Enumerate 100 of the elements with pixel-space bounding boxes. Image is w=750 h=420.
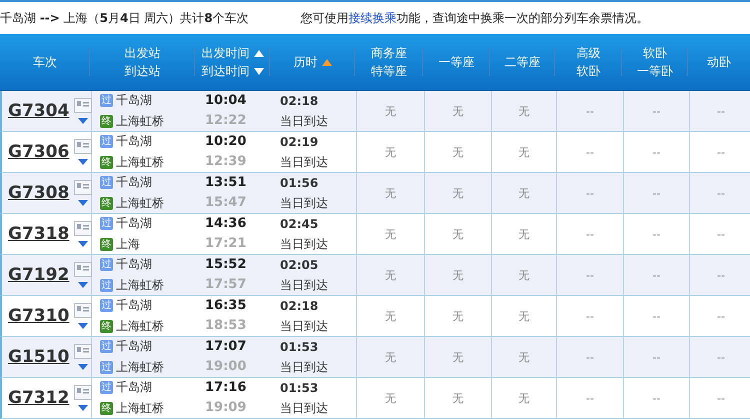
train-number[interactable]: G7192 — [8, 265, 70, 285]
column-header: 二等座 — [504, 54, 540, 70]
station-badge: 过 — [100, 361, 113, 374]
arrival-time: 19:00 — [205, 359, 246, 375]
column-header: 高级 — [576, 46, 600, 60]
seat-availability: 无 — [518, 390, 530, 406]
id-card-icon[interactable] — [74, 139, 92, 154]
transfer-link[interactable]: 接续换乘 — [348, 10, 397, 24]
train-number[interactable]: G7312 — [8, 388, 70, 408]
seat-availability: 无 — [385, 350, 396, 364]
column-header: 车次 — [33, 54, 57, 70]
id-card-icon[interactable] — [74, 303, 92, 318]
seat-availability: 无 — [452, 268, 464, 282]
seat-availability: -- — [586, 310, 594, 322]
id-card-icon[interactable] — [74, 98, 92, 113]
dropdown-icon[interactable] — [78, 405, 88, 411]
station-name: 千岛湖 — [116, 379, 152, 396]
departure-time: 17:07 — [205, 339, 246, 355]
station-name: 千岛湖 — [116, 338, 152, 355]
station-badge: 终 — [100, 197, 113, 210]
duration: 01:53 — [280, 339, 320, 355]
departure-time: 10:04 — [205, 93, 246, 109]
dropdown-icon[interactable] — [78, 200, 88, 206]
train-number[interactable]: G7310 — [8, 306, 70, 326]
station-name: 上海虹桥 — [116, 113, 164, 130]
duration: 02:05 — [280, 257, 320, 273]
duration: 02:18 — [280, 93, 320, 109]
arrival-time: 15:47 — [205, 195, 246, 211]
id-card-icon[interactable] — [74, 221, 92, 236]
sort-down-icon[interactable] — [254, 68, 264, 74]
id-card-icon[interactable] — [74, 262, 92, 277]
train-number[interactable]: G7308 — [8, 183, 70, 203]
train-number[interactable]: G7304 — [8, 101, 70, 121]
seat-availability: -- — [717, 146, 725, 158]
column-header[interactable]: 到达时间 — [202, 64, 250, 78]
seat-availability: 无 — [518, 268, 530, 282]
station-name: 千岛湖 — [116, 256, 152, 273]
departure-time: 13:51 — [205, 175, 246, 191]
seat-availability: 无 — [452, 226, 464, 242]
station-badge: 终 — [100, 402, 113, 415]
station-name: 千岛湖 — [116, 215, 152, 232]
departure-time: 15:52 — [205, 257, 246, 273]
station-name: 上海虹桥 — [116, 277, 164, 294]
station-badge: 终 — [100, 238, 113, 251]
seat-availability: 无 — [518, 350, 530, 364]
dropdown-icon[interactable] — [78, 118, 88, 124]
column-header[interactable]: 历时 — [294, 54, 318, 70]
seat-availability: -- — [717, 350, 725, 364]
seat-availability: -- — [652, 104, 660, 118]
arrival-time: 18:53 — [205, 318, 246, 334]
id-card-icon[interactable] — [74, 180, 92, 195]
seat-availability: 无 — [385, 144, 396, 160]
dropdown-icon[interactable] — [78, 282, 88, 288]
arrival-day: 当日到达 — [280, 277, 328, 293]
sort-up-icon[interactable] — [254, 50, 264, 56]
arrival-day: 当日到达 — [280, 154, 328, 170]
arrival-time: 17:57 — [205, 277, 246, 293]
sort-up-icon[interactable] — [322, 58, 332, 66]
duration: 02:45 — [280, 216, 320, 232]
station-badge: 过 — [100, 279, 113, 292]
station-badge: 过 — [100, 381, 113, 394]
train-number[interactable]: G7306 — [8, 142, 70, 162]
seat-availability: -- — [652, 146, 660, 158]
arrival-time: 17:21 — [205, 236, 246, 252]
column-header[interactable]: 出发时间 — [202, 46, 250, 60]
departure-time: 14:36 — [205, 216, 246, 232]
duration: 02:18 — [280, 298, 320, 314]
arrival-day: 当日到达 — [280, 318, 328, 334]
seat-availability: -- — [652, 310, 660, 322]
station-name: 上海虹桥 — [116, 318, 164, 335]
seat-availability: -- — [652, 392, 660, 404]
station-badge: 过 — [100, 340, 113, 353]
station-name: 上海 — [116, 236, 140, 253]
seat-availability: 无 — [518, 104, 530, 118]
seat-availability: -- — [586, 392, 594, 404]
train-number[interactable]: G1510 — [8, 347, 70, 367]
seat-availability: -- — [717, 310, 725, 322]
seat-availability: 无 — [452, 144, 464, 160]
station-name: 上海虹桥 — [116, 154, 164, 171]
seat-availability: -- — [652, 228, 660, 240]
seat-availability: -- — [717, 186, 725, 200]
column-header: 软卧 — [576, 64, 600, 78]
seat-availability: -- — [717, 268, 725, 282]
train-number[interactable]: G7318 — [8, 224, 70, 244]
column-header: 商务座 — [371, 46, 407, 60]
seat-availability: 无 — [385, 268, 396, 282]
dropdown-icon[interactable] — [78, 323, 88, 329]
id-card-icon[interactable] — [74, 344, 92, 359]
seat-availability: 无 — [385, 186, 396, 200]
dropdown-icon[interactable] — [78, 159, 88, 165]
seat-availability: 无 — [518, 226, 530, 242]
id-card-icon[interactable] — [74, 385, 92, 400]
seat-availability: 无 — [518, 308, 530, 324]
arrival-day: 当日到达 — [280, 113, 328, 129]
station-badge: 过 — [100, 135, 113, 148]
station-name: 千岛湖 — [116, 133, 152, 150]
seat-availability: 无 — [518, 186, 530, 200]
station-badge: 过 — [100, 217, 113, 230]
dropdown-icon[interactable] — [78, 364, 88, 370]
dropdown-icon[interactable] — [78, 241, 88, 247]
